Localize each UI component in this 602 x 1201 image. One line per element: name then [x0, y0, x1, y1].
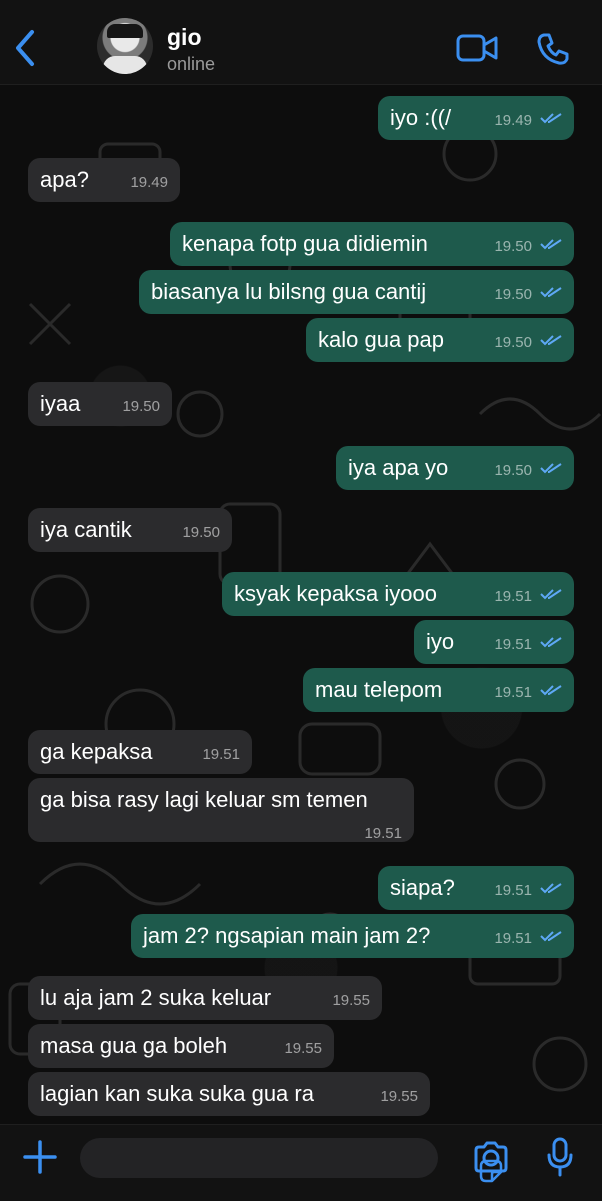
read-ticks-icon [540, 931, 562, 942]
message-time: 19.51 [494, 588, 532, 605]
message-time: 19.50 [494, 462, 532, 479]
message-text: masa gua ga boleh [40, 1033, 228, 1058]
video-call-icon[interactable] [456, 33, 498, 63]
message-text: siapa? [390, 875, 455, 900]
read-ticks-icon [540, 637, 562, 648]
read-ticks-icon [540, 335, 562, 346]
mic-icon[interactable] [546, 1137, 574, 1177]
message-text: lagian kan suka suka gua ra [40, 1081, 314, 1106]
message-time: 19.55 [284, 1040, 322, 1057]
message-time: 19.51 [494, 684, 532, 701]
message-incoming[interactable]: ga kepaksa 19.51 [28, 730, 252, 774]
message-text: mau telepom [315, 677, 443, 702]
message-incoming[interactable]: apa? 19.49 [28, 158, 180, 202]
message-time: 19.51 [202, 746, 240, 763]
message-time: 19.49 [130, 174, 168, 191]
message-time: 19.50 [494, 334, 532, 351]
message-text: iya apa yo [348, 455, 449, 480]
message-time: 19.51 [364, 825, 402, 842]
message-time: 19.55 [380, 1088, 418, 1105]
message-outgoing[interactable]: siapa? 19.51 [378, 866, 574, 910]
read-ticks-icon [540, 463, 562, 474]
message-input-bar [0, 1124, 602, 1201]
message-outgoing[interactable]: iyo :((/ 19.49 [378, 96, 574, 140]
message-text: ksyak kepaksa iyooo [234, 581, 437, 606]
message-time: 19.50 [122, 398, 160, 415]
message-outgoing[interactable]: ksyak kepaksa iyooo 19.51 [222, 572, 574, 616]
read-ticks-icon [540, 239, 562, 250]
message-time: 19.50 [182, 524, 220, 541]
message-text: iyaa [40, 391, 81, 416]
message-text: lu aja jam 2 suka keluar [40, 985, 272, 1010]
message-time: 19.49 [494, 112, 532, 129]
message-incoming[interactable]: iya cantik 19.50 [28, 508, 232, 552]
message-incoming[interactable]: lu aja jam 2 suka keluar 19.55 [28, 976, 382, 1020]
message-outgoing[interactable]: kenapa fotp gua didiemin 19.50 [170, 222, 574, 266]
avatar[interactable] [97, 18, 153, 74]
message-text: kenapa fotp gua didiemin [182, 231, 428, 256]
message-text: iyo [426, 629, 455, 654]
message-text: kalo gua pap [318, 327, 444, 352]
message-text: iya cantik [40, 517, 132, 542]
message-text: ga kepaksa [40, 739, 153, 764]
read-ticks-icon [540, 589, 562, 600]
message-outgoing[interactable]: jam 2? ngsapian main jam 2? 19.51 [131, 914, 574, 958]
message-outgoing[interactable]: iyo 19.51 [414, 620, 574, 664]
message-time: 19.51 [494, 882, 532, 899]
contact-name[interactable]: gio [167, 24, 202, 51]
message-outgoing[interactable]: iya apa yo 19.50 [336, 446, 574, 490]
contact-status: online [167, 54, 216, 74]
read-ticks-icon [540, 883, 562, 894]
message-input[interactable] [80, 1138, 503, 1183]
message-time: 19.50 [494, 238, 532, 255]
message-incoming[interactable]: lagian kan suka suka gua ra 19.55 [28, 1072, 430, 1116]
message-time: 19.51 [494, 930, 532, 947]
message-outgoing[interactable]: mau telepom 19.51 [303, 668, 574, 712]
read-ticks-icon [540, 287, 562, 298]
message-outgoing[interactable]: biasanya lu bilsng gua cantij 19.50 [139, 270, 574, 314]
message-text: ga bisa rasy lagi keluar sm temen [40, 787, 368, 812]
plus-icon[interactable] [22, 1139, 58, 1175]
message-incoming[interactable]: ga bisa rasy lagi keluar sm temen 19.51 [28, 778, 414, 842]
camera-icon[interactable] [472, 1141, 510, 1173]
message-time: 19.51 [494, 636, 532, 653]
message-incoming[interactable]: iyaa 19.50 [28, 382, 172, 426]
message-incoming[interactable]: masa gua ga boleh 19.55 [28, 1024, 334, 1068]
message-outgoing[interactable]: kalo gua pap 19.50 [306, 318, 574, 362]
message-text: jam 2? ngsapian main jam 2? [143, 923, 431, 948]
message-text: apa? [40, 167, 89, 192]
phone-icon[interactable] [536, 32, 570, 66]
back-chevron-icon[interactable] [12, 28, 38, 68]
chat-header: gio online [0, 0, 602, 85]
message-time: 19.50 [494, 286, 532, 303]
read-ticks-icon [540, 685, 562, 696]
read-ticks-icon [540, 113, 562, 124]
message-text: biasanya lu bilsng gua cantij [151, 279, 427, 304]
message-time: 19.55 [332, 992, 370, 1009]
message-text: iyo :((/ [390, 105, 452, 130]
